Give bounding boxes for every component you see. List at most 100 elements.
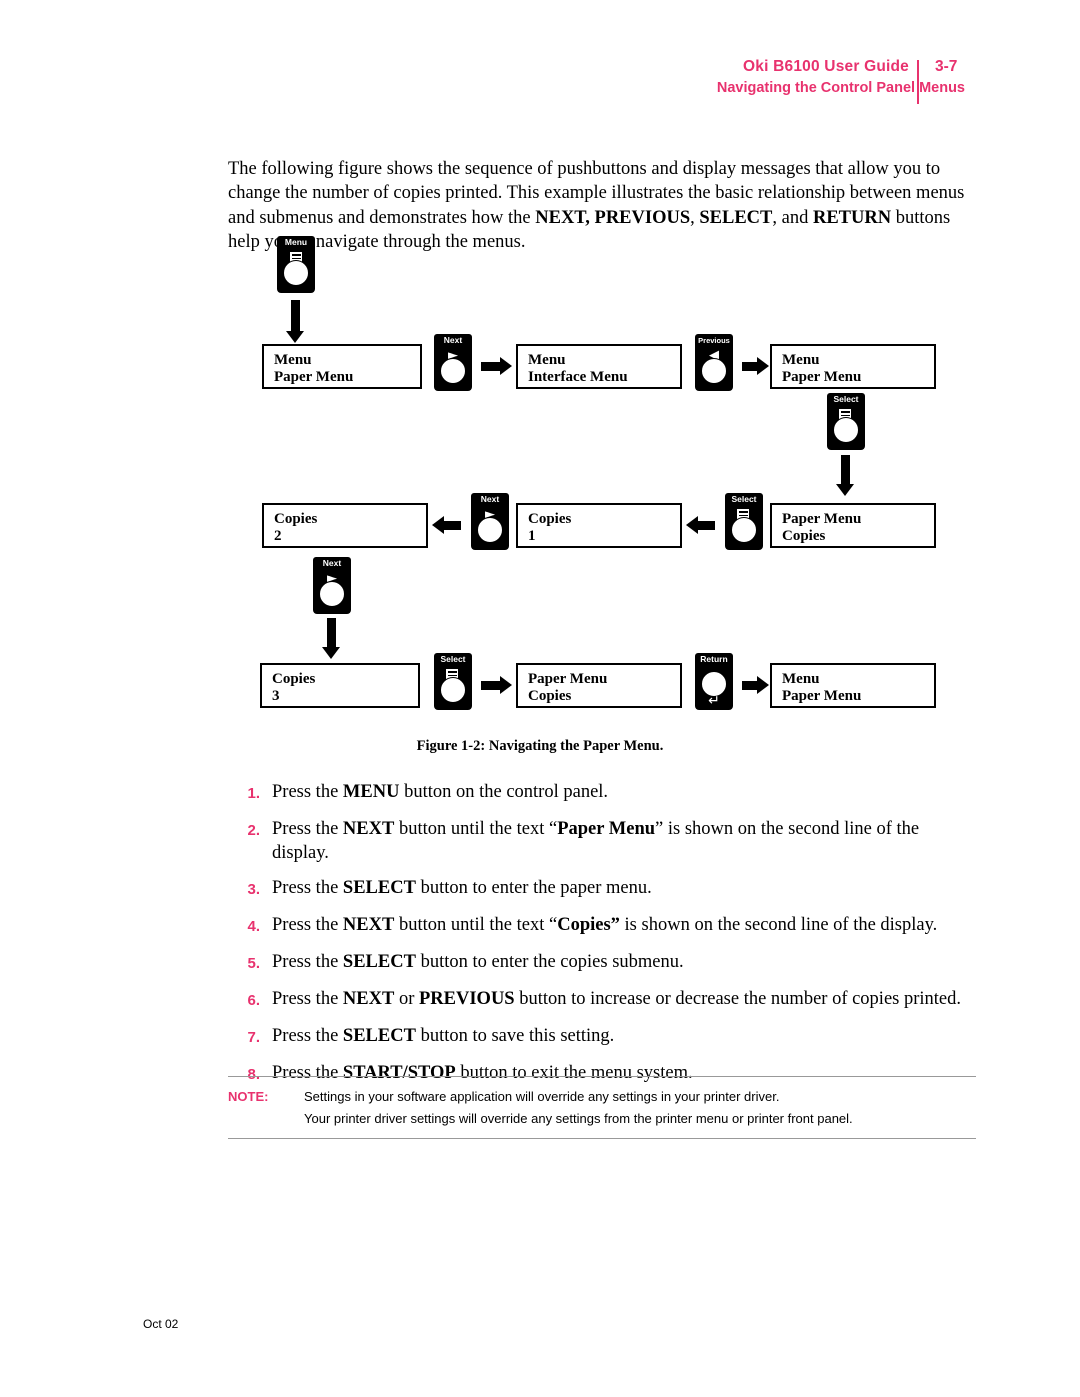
guide-title: Oki B6100 User Guide — [743, 58, 909, 75]
display-paper-menu-copies-2: Paper Menu Copies — [516, 663, 682, 708]
arrow-down-1 — [286, 300, 304, 343]
display-line2: Paper Menu — [782, 688, 862, 704]
display-line1: Paper Menu — [528, 671, 608, 687]
previous-button-graphic[interactable]: Previous ◀ — [695, 334, 735, 392]
display-line2: 2 — [274, 528, 282, 544]
display-line2: Paper Menu — [782, 369, 862, 385]
arrow-down-2 — [836, 455, 854, 496]
step-number: 1. — [247, 785, 260, 802]
display-line1: Menu — [782, 671, 820, 687]
step-text: Press the NEXT button until the text “Co… — [272, 913, 976, 939]
arrow-down-3 — [322, 618, 340, 659]
display-line1: Menu — [528, 352, 566, 368]
display-menu-paper-menu-2: Menu Paper Menu — [770, 344, 936, 389]
display-copies-3: Copies 3 — [260, 663, 420, 708]
display-paper-menu-copies-1: Paper Menu Copies — [770, 503, 936, 548]
step-number: 5. — [247, 955, 260, 972]
step-text-a: Press the — [272, 915, 343, 935]
step-text-b: NEXT — [342, 989, 395, 1009]
arrow-right-4 — [742, 676, 769, 694]
button-circle — [731, 517, 757, 543]
arrow-right-3 — [481, 676, 512, 694]
intro-paragraph: The following figure shows the sequence … — [228, 157, 976, 255]
display-line2: 3 — [272, 688, 280, 704]
next-button-graphic-2[interactable]: Next ► — [471, 493, 511, 551]
step-text-a: Press the — [272, 819, 343, 839]
arrow-right-1 — [481, 357, 512, 375]
button-circle — [833, 417, 859, 443]
step-text: Press the NEXT button until the text “Pa… — [272, 817, 976, 865]
display-line1: Paper Menu — [782, 511, 862, 527]
step-text-c: button until the text “ — [394, 819, 558, 839]
step-text-a: Press the — [272, 952, 343, 972]
button-circle — [319, 581, 345, 607]
step-text: Press the SELECT button to enter the pap… — [272, 876, 976, 902]
step-text-b: NEXT — [342, 819, 395, 839]
display-line1: Copies — [274, 511, 318, 527]
display-line2: Interface Menu — [528, 369, 628, 385]
menu-button-graphic[interactable]: Menu — [277, 236, 317, 294]
display-menu-paper-menu-3: Menu Paper Menu — [770, 663, 936, 708]
arrow-left-2 — [432, 516, 461, 534]
header-subtitle: Navigating the Control Panel Menus — [716, 80, 965, 96]
display-menu-paper-menu-1: Menu Paper Menu — [262, 344, 422, 389]
step-text-d: Copies” — [557, 915, 620, 935]
display-copies-2: Copies 2 — [262, 503, 428, 548]
figure-caption: Figure 1-2: Navigating the Paper Menu. — [416, 738, 664, 754]
step-text-e: button to increase or decrease the numbe… — [514, 989, 962, 1009]
button-circle — [477, 517, 503, 543]
step-text-c: button to enter the paper menu. — [415, 878, 652, 898]
step-text: Press the SELECT button to save this set… — [272, 1024, 976, 1050]
step-text-e: is shown on the second line of the displ… — [619, 915, 938, 935]
step-text: Press the SELECT button to enter the cop… — [272, 950, 976, 976]
page-header: Oki B6100 User Guide 3-7 Navigating the … — [716, 58, 977, 104]
step-text-c: button to enter the copies submenu. — [415, 952, 684, 972]
display-line2: Paper Menu — [274, 369, 354, 385]
step-text-a: Press the — [272, 782, 343, 802]
step-text-b: MENU — [342, 782, 400, 802]
step-item: 5. Press the SELECT button to enter the … — [228, 950, 976, 976]
button-circle — [283, 260, 309, 286]
step-number: 6. — [247, 992, 260, 1009]
note-block: NOTE: Settings in your software applicat… — [228, 1076, 976, 1139]
display-copies-1: Copies 1 — [516, 503, 682, 548]
display-line2: Copies — [528, 688, 572, 704]
intro-text-3: , and — [772, 207, 813, 228]
display-line1: Menu — [274, 352, 312, 368]
step-item: 7. Press the SELECT button to save this … — [228, 1024, 976, 1050]
next-button-graphic-3[interactable]: Next ► — [313, 557, 353, 615]
select-button-graphic-2[interactable]: Select — [725, 493, 765, 551]
step-item: 6. Press the NEXT or PREVIOUS button to … — [228, 987, 976, 1013]
step-text-c: or — [394, 989, 419, 1009]
step-text: Press the NEXT or PREVIOUS button to inc… — [272, 987, 976, 1013]
note-body: NOTE: Settings in your software applicat… — [228, 1077, 976, 1138]
step-item: 1. Press the MENU button on the control … — [228, 780, 976, 806]
arrow-right-2 — [742, 357, 769, 375]
select-button-graphic-1[interactable]: Select — [827, 393, 867, 451]
arrow-left-1 — [686, 516, 715, 534]
steps-list: 1. Press the MENU button on the control … — [228, 780, 976, 1098]
step-number: 4. — [247, 918, 260, 935]
step-item: 3. Press the SELECT button to enter the … — [228, 876, 976, 902]
intro-bold-1: NEXT, PREVIOUS — [535, 207, 691, 228]
select-button-graphic-3[interactable]: Select — [434, 653, 474, 711]
step-text-d: Paper Menu — [557, 819, 656, 839]
step-text: Press the MENU button on the control pan… — [272, 780, 976, 806]
header-top-row: Oki B6100 User Guide 3-7 — [717, 58, 977, 76]
footer-date: Oct 02 — [143, 1317, 179, 1331]
step-text-a: Press the — [272, 989, 343, 1009]
return-arrow-icon: ↵ — [708, 693, 720, 709]
display-menu-interface-menu: Menu Interface Menu — [516, 344, 682, 389]
note-bottom-rule — [228, 1138, 976, 1139]
intro-bold-2: SELECT — [699, 207, 773, 228]
button-circle — [701, 358, 727, 384]
step-number: 7. — [247, 1029, 260, 1046]
note-label: NOTE: — [228, 1089, 269, 1104]
return-button-graphic[interactable]: Return ↵ — [695, 653, 735, 711]
intro-bold-3: RETURN — [812, 207, 892, 228]
button-circle — [440, 677, 466, 703]
note-line-1: Settings in your software application wi… — [304, 1089, 780, 1104]
step-number: 3. — [247, 881, 260, 898]
next-button-graphic-1[interactable]: Next ► — [434, 334, 474, 392]
step-text-a: Press the — [272, 1026, 343, 1046]
